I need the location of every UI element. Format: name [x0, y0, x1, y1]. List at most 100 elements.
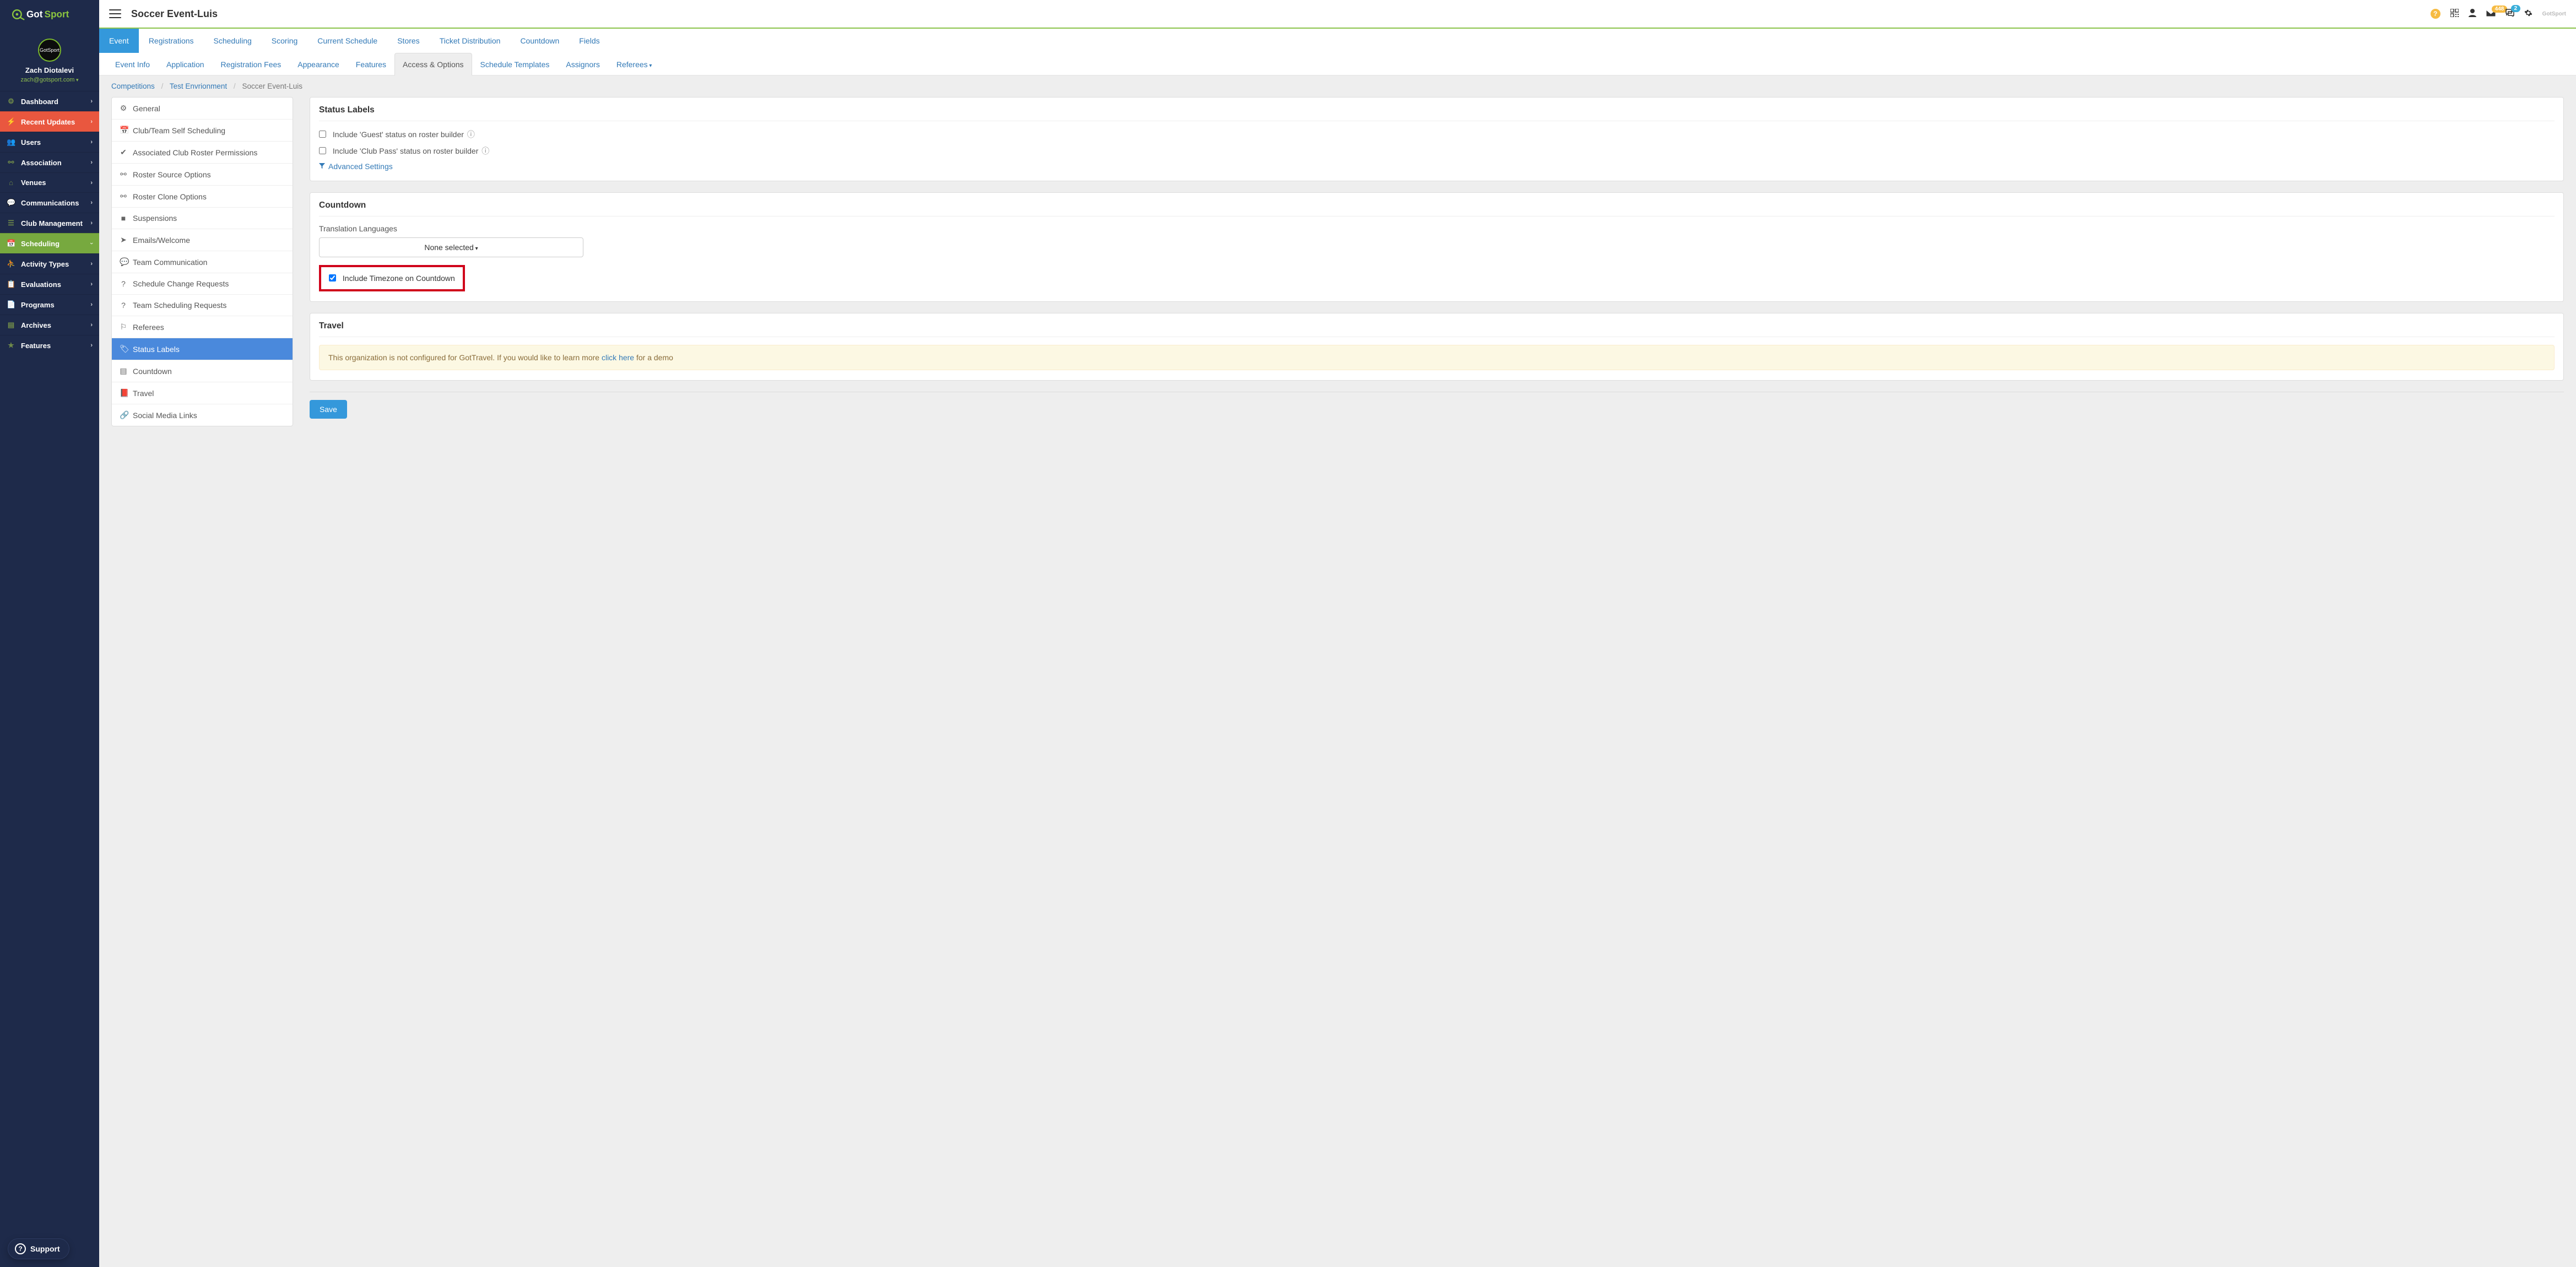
advanced-settings-link[interactable]: Advanced Settings [319, 162, 393, 171]
gear-icon[interactable] [2524, 9, 2532, 19]
subtab-registration-fees[interactable]: Registration Fees [213, 53, 290, 75]
brand-logo[interactable]: GotSport [0, 0, 99, 29]
option-team-communication[interactable]: 💬Team Communication [112, 251, 293, 273]
label-translation-languages: Translation Languages [319, 224, 2555, 233]
subtab-features[interactable]: Features [348, 53, 394, 75]
option-label: Countdown [133, 367, 172, 376]
option-suspensions[interactable]: ■Suspensions [112, 208, 293, 229]
chat-button[interactable]: 2 [2505, 9, 2514, 19]
option-icon: ? [120, 301, 127, 310]
file-icon: 📄 [7, 300, 15, 309]
topbar-actions: ? 448 2 GotSport [2431, 9, 2566, 19]
help-button[interactable]: ? [2431, 9, 2440, 19]
option-social-media-links[interactable]: 🔗Social Media Links [112, 404, 293, 426]
mail-button[interactable]: 448 [2486, 9, 2496, 19]
option-referees[interactable]: ⚐Referees [112, 316, 293, 338]
panel-title-travel: Travel [319, 321, 2555, 331]
sidebar-item-activity-types[interactable]: ⛹Activity Types› [0, 253, 99, 274]
tab-ticket-distribution[interactable]: Ticket Distribution [430, 29, 511, 53]
option-team-scheduling-requests[interactable]: ?Team Scheduling Requests [112, 295, 293, 316]
tachometer-icon: ⚙ [7, 97, 15, 106]
sidebar-item-recent-updates[interactable]: ⚡Recent Updates› [0, 111, 99, 132]
subtab-schedule-templates[interactable]: Schedule Templates [472, 53, 558, 75]
subtab-appearance[interactable]: Appearance [289, 53, 348, 75]
hamburger-icon[interactable] [109, 9, 121, 18]
tab-scheduling[interactable]: Scheduling [204, 29, 262, 53]
option-label: Associated Club Roster Permissions [133, 148, 257, 157]
tab-registrations[interactable]: Registrations [139, 29, 204, 53]
option-label: Travel [133, 389, 154, 398]
tab-event[interactable]: Event [99, 29, 139, 53]
select-translation-languages[interactable]: None selected [319, 237, 583, 257]
subtab-access-options[interactable]: Access & Options [394, 53, 472, 75]
info-icon[interactable]: ⓘ [467, 130, 475, 139]
option-roster-clone-options[interactable]: ⚯Roster Clone Options [112, 186, 293, 208]
sidebar-item-venues[interactable]: ⌂Venues› [0, 172, 99, 192]
user-icon[interactable] [2469, 9, 2476, 19]
main: Soccer Event-Luis ? 448 2 GotSport E [99, 0, 2576, 1267]
sidebar-item-association[interactable]: ⚯Association› [0, 152, 99, 172]
checkbox-clubpass-status[interactable] [319, 147, 326, 154]
option-club-team-self-scheduling[interactable]: 📅Club/Team Self Scheduling [112, 120, 293, 142]
calendar-icon: 📅 [7, 239, 15, 248]
option-travel[interactable]: 📕Travel [112, 382, 293, 404]
option-roster-source-options[interactable]: ⚯Roster Source Options [112, 164, 293, 186]
save-button[interactable]: Save [310, 400, 347, 419]
sidebar-item-label: Features [21, 342, 51, 350]
sidebar-item-features[interactable]: ★Features› [0, 335, 99, 355]
option-schedule-change-requests[interactable]: ? Schedule Change Requests [112, 273, 293, 295]
avatar[interactable]: GotSport [38, 39, 61, 62]
checkbox-include-timezone[interactable] [329, 274, 336, 281]
right-column: Status Labels Include 'Guest' status on … [310, 97, 2564, 419]
sidebar-item-users[interactable]: 👥Users› [0, 132, 99, 152]
option-emails-welcome[interactable]: ➤Emails/Welcome [112, 229, 293, 251]
chevron-right-icon: › [90, 322, 93, 328]
subtab-event-info[interactable]: Event Info [107, 53, 158, 75]
breadcrumb-env[interactable]: Test Envrionment [170, 82, 227, 90]
qr-icon[interactable] [2450, 9, 2459, 19]
checkbox-guest-status[interactable] [319, 131, 326, 138]
archive-icon: ▤ [7, 321, 15, 329]
svg-text:Sport: Sport [45, 9, 69, 19]
sidebar-item-club-management[interactable]: ☰Club Management› [0, 213, 99, 233]
highlight-timezone-option: Include Timezone on Countdown [319, 265, 465, 291]
panel-countdown: Countdown Translation Languages None sel… [310, 192, 2564, 302]
sidebar-item-dashboard[interactable]: ⚙Dashboard› [0, 91, 99, 111]
option-general[interactable]: ⚙General [112, 98, 293, 120]
sidebar-item-archives[interactable]: ▤Archives› [0, 315, 99, 335]
sidebar-item-programs[interactable]: 📄Programs› [0, 294, 99, 315]
sitemap-icon: ⚯ [7, 158, 15, 167]
tab-stores[interactable]: Stores [387, 29, 429, 53]
tab-scoring[interactable]: Scoring [262, 29, 307, 53]
panel-travel: Travel This organization is not configur… [310, 313, 2564, 381]
chevron-right-icon: › [90, 281, 93, 288]
option-icon: ? [120, 279, 127, 288]
option-label: Suspensions [133, 214, 177, 223]
tab-countdown[interactable]: Countdown [510, 29, 569, 53]
subtab-application[interactable]: Application [158, 53, 213, 75]
chevron-right-icon: › [90, 301, 93, 308]
sidebar-item-communications[interactable]: 💬Communications› [0, 192, 99, 213]
support-button[interactable]: ? Support [8, 1238, 69, 1259]
profile-email[interactable]: zach@gotsport.com [6, 77, 94, 83]
tab-current-schedule[interactable]: Current Schedule [307, 29, 387, 53]
th-list-icon: ☰ [7, 219, 15, 228]
option-label: Schedule Change Requests [133, 279, 229, 288]
link-click-here[interactable]: click here [602, 353, 634, 362]
breadcrumb-competitions[interactable]: Competitions [111, 82, 155, 90]
tab-fields[interactable]: Fields [569, 29, 609, 53]
sidebar-nav: ⚙Dashboard›⚡Recent Updates›👥Users›⚯Assoc… [0, 91, 99, 355]
option-label: Referees [133, 323, 164, 332]
chevron-right-icon: › [90, 199, 93, 206]
subtab-referees[interactable]: Referees [608, 53, 661, 75]
sidebar-item-scheduling[interactable]: 📅Scheduling› [0, 233, 99, 253]
option-icon: ✔ [120, 148, 127, 157]
option-status-labels[interactable]: 🏷Status Labels [112, 338, 293, 360]
info-icon[interactable]: ⓘ [481, 147, 489, 155]
option-associated-club-roster-permissions[interactable]: ✔ Associated Club Roster Permissions [112, 142, 293, 164]
panel-title-countdown: Countdown [319, 201, 2555, 210]
subtab-assignors[interactable]: Assignors [558, 53, 608, 75]
sidebar-item-evaluations[interactable]: 📋Evaluations› [0, 274, 99, 294]
option-countdown[interactable]: ▤Countdown [112, 360, 293, 382]
save-bar: Save [310, 392, 2564, 419]
